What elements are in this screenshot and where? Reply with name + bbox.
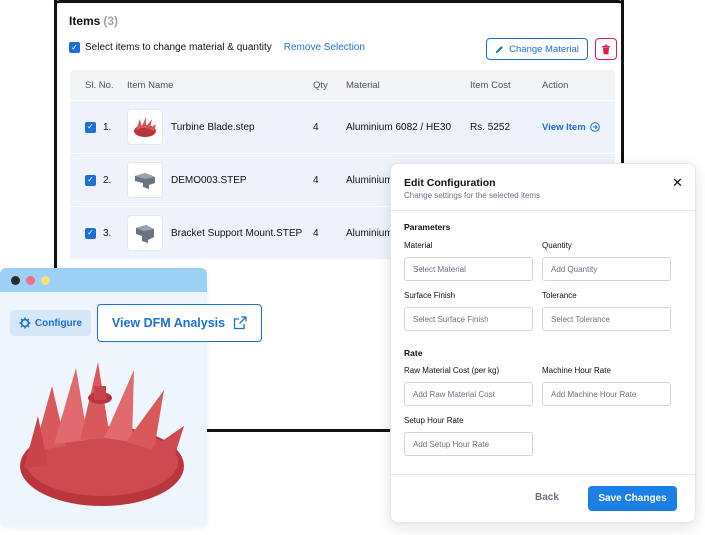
machine-hour-rate-label: Machine Hour Rate: [542, 366, 611, 375]
table-row: ✓ 1. Turbine Blade.step 4 Aluminium 6082…: [70, 100, 615, 153]
raw-material-cost-field[interactable]: [404, 382, 533, 406]
window-maximize-dot[interactable]: [41, 275, 50, 285]
parameters-heading: Parameters: [404, 222, 451, 232]
preview-title-bar: [0, 268, 207, 292]
header-qty: Qty: [313, 79, 328, 91]
trash-icon: [602, 44, 610, 54]
part-thumbnail-icon: [135, 173, 155, 189]
select-items-row: ✓ Select items to change material & quan…: [69, 42, 365, 53]
modal-divider: [391, 210, 695, 211]
turbine-thumbnail-icon: [134, 117, 156, 137]
row-item-name: Bracket Support Mount.STEP: [171, 227, 303, 239]
row-number: 2.: [103, 174, 112, 186]
header-item-cost: Item Cost: [470, 79, 511, 91]
modal-title: Edit Configuration: [404, 177, 496, 189]
tolerance-select[interactable]: [542, 307, 671, 331]
row-action-cell: View Item: [542, 122, 615, 133]
modal-footer-divider: [391, 474, 695, 475]
item-thumbnail: [127, 162, 163, 198]
header-sl-no: Sl. No.: [85, 79, 114, 91]
select-all-checkbox[interactable]: ✓: [69, 42, 80, 53]
row-sl-cell: ✓ 1.: [70, 121, 127, 133]
row-qty: 4: [313, 121, 319, 133]
edit-configuration-modal: Edit Configuration Change settings for t…: [390, 163, 696, 523]
item-thumbnail: [127, 109, 163, 145]
row-cost: Rs. 5252: [470, 121, 511, 133]
setup-hour-rate-field[interactable]: [404, 432, 533, 456]
delete-button[interactable]: [595, 38, 617, 60]
row-name-cell: Bracket Support Mount.STEP: [127, 215, 313, 251]
turbine-model-view[interactable]: [14, 356, 194, 516]
material-select[interactable]: [404, 257, 533, 281]
row-material: Aluminium 6082 / HE30: [346, 121, 452, 133]
row-qty: 4: [313, 174, 319, 186]
surface-finish-select[interactable]: [404, 307, 533, 331]
raw-material-cost-label: Raw Material Cost (per kg): [404, 366, 500, 375]
view-item-label: View Item: [542, 121, 586, 133]
row-qty: 4: [313, 227, 319, 239]
configure-label: Configure: [34, 317, 83, 329]
row-item-name: Turbine Blade.step: [171, 121, 255, 133]
remove-selection-link[interactable]: Remove Selection: [284, 42, 365, 53]
arrow-circle-right-icon: [589, 122, 600, 132]
row-checkbox[interactable]: ✓: [85, 174, 96, 186]
select-items-label: Select items to change material & quanti…: [85, 42, 272, 53]
window-minimize-dot[interactable]: [26, 275, 35, 285]
material-label: Material: [404, 241, 433, 250]
row-name-cell: Turbine Blade.step: [127, 109, 313, 145]
row-checkbox[interactable]: ✓: [85, 227, 96, 239]
item-thumbnail: [127, 215, 163, 251]
row-number: 3.: [103, 227, 112, 239]
quantity-field[interactable]: [542, 257, 671, 281]
header-item-name: Item Name: [127, 79, 174, 91]
row-name-cell: DEMO003.STEP: [127, 162, 313, 198]
change-material-button[interactable]: Change Material: [486, 38, 588, 60]
bracket-thumbnail-icon: [136, 225, 154, 243]
save-changes-button[interactable]: Save Changes: [588, 486, 677, 511]
dfm-label: View DFM Analysis: [111, 316, 226, 330]
external-link-icon: [233, 316, 247, 330]
row-number: 1.: [103, 121, 112, 133]
row-item-name: DEMO003.STEP: [171, 174, 247, 186]
pencil-icon: [496, 45, 503, 53]
window-close-dot[interactable]: [11, 275, 20, 285]
close-icon[interactable]: ✕: [672, 175, 683, 191]
modal-subtitle: Change settings for the selected items: [404, 191, 541, 200]
rate-heading: Rate: [404, 348, 423, 358]
quantity-label: Quantity: [542, 241, 572, 250]
table-header: Sl. No. Item Name Qty Material Item Cost…: [70, 70, 615, 100]
view-item-link[interactable]: View Item: [542, 122, 615, 133]
gear-icon: [19, 317, 31, 329]
header-action: Action: [542, 79, 569, 91]
header-material: Material: [346, 79, 380, 91]
items-count: (3): [103, 14, 119, 28]
surface-finish-label: Surface Finish: [404, 291, 456, 300]
items-title-text: Items: [69, 14, 101, 28]
row-sl-cell: ✓ 3.: [70, 227, 127, 239]
row-sl-cell: ✓ 2.: [70, 174, 127, 186]
change-material-label: Change Material: [509, 43, 579, 55]
machine-hour-rate-field[interactable]: [542, 382, 671, 406]
configure-button[interactable]: Configure: [10, 310, 91, 336]
row-checkbox[interactable]: ✓: [85, 121, 96, 133]
tolerance-label: Tolerance: [542, 291, 577, 300]
items-title: Items (3): [69, 14, 118, 28]
setup-hour-rate-label: Setup Hour Rate: [404, 416, 464, 425]
back-button[interactable]: Back: [535, 492, 559, 503]
view-dfm-analysis-button[interactable]: View DFM Analysis: [97, 304, 262, 342]
